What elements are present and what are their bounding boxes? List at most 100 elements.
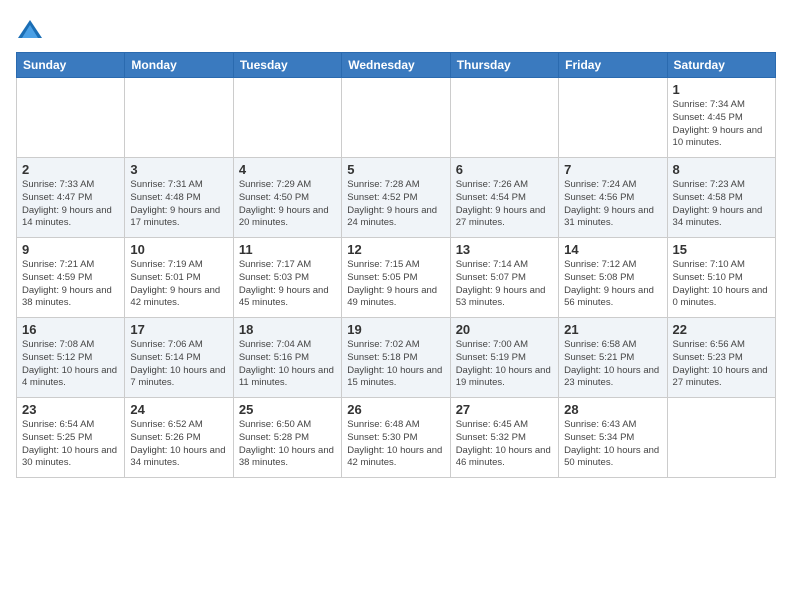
day-number: 19 bbox=[347, 322, 444, 337]
col-header-monday: Monday bbox=[125, 53, 233, 78]
logo bbox=[16, 16, 48, 44]
day-info: Sunrise: 6:52 AM Sunset: 5:26 PM Dayligh… bbox=[130, 419, 227, 470]
day-number: 21 bbox=[564, 322, 661, 337]
day-info: Sunrise: 7:00 AM Sunset: 5:19 PM Dayligh… bbox=[456, 339, 553, 390]
calendar-cell: 25 Sunrise: 6:50 AM Sunset: 5:28 PM Dayli… bbox=[233, 398, 341, 478]
calendar-cell: 12 Sunrise: 7:15 AM Sunset: 5:05 PM Dayli… bbox=[342, 238, 450, 318]
calendar-cell: 14Sunrise: 7:12 AM Sunset: 5:08 PM Dayli… bbox=[559, 238, 667, 318]
day-number: 6 bbox=[456, 162, 553, 177]
day-info: Sunrise: 7:08 AM Sunset: 5:12 PM Dayligh… bbox=[22, 339, 119, 390]
calendar-cell bbox=[342, 78, 450, 158]
calendar-cell bbox=[667, 398, 775, 478]
calendar-cell: 8 Sunrise: 7:23 AM Sunset: 4:58 PM Daylig… bbox=[667, 158, 775, 238]
day-number: 5 bbox=[347, 162, 444, 177]
calendar-cell: 20 Sunrise: 7:00 AM Sunset: 5:19 PM Dayli… bbox=[450, 318, 558, 398]
calendar-week-row: 1 Sunrise: 7:34 AM Sunset: 4:45 PM Daylig… bbox=[17, 78, 776, 158]
calendar-cell: 7Sunrise: 7:24 AM Sunset: 4:56 PM Daylig… bbox=[559, 158, 667, 238]
calendar-cell: 28 Sunrise: 6:43 AM Sunset: 5:34 PM Dayli… bbox=[559, 398, 667, 478]
day-info: Sunrise: 7:10 AM Sunset: 5:10 PM Dayligh… bbox=[673, 259, 770, 310]
calendar-cell: 1 Sunrise: 7:34 AM Sunset: 4:45 PM Daylig… bbox=[667, 78, 775, 158]
calendar-cell: 13 Sunrise: 7:14 AM Sunset: 5:07 PM Dayli… bbox=[450, 238, 558, 318]
calendar-week-row: 23 Sunrise: 6:54 AM Sunset: 5:25 PM Dayli… bbox=[17, 398, 776, 478]
day-info: Sunrise: 7:19 AM Sunset: 5:01 PM Dayligh… bbox=[130, 259, 227, 310]
day-info: Sunrise: 6:54 AM Sunset: 5:25 PM Dayligh… bbox=[22, 419, 119, 470]
day-number: 16 bbox=[22, 322, 119, 337]
day-number: 9 bbox=[22, 242, 119, 257]
calendar-header-row: SundayMondayTuesdayWednesdayThursdayFrid… bbox=[17, 53, 776, 78]
day-number: 20 bbox=[456, 322, 553, 337]
day-number: 10 bbox=[130, 242, 227, 257]
day-info: Sunrise: 7:04 AM Sunset: 5:16 PM Dayligh… bbox=[239, 339, 336, 390]
day-info: Sunrise: 7:28 AM Sunset: 4:52 PM Dayligh… bbox=[347, 179, 444, 230]
calendar-cell: 15 Sunrise: 7:10 AM Sunset: 5:10 PM Dayli… bbox=[667, 238, 775, 318]
day-info: Sunrise: 7:33 AM Sunset: 4:47 PM Dayligh… bbox=[22, 179, 119, 230]
calendar-cell bbox=[125, 78, 233, 158]
day-number: 22 bbox=[673, 322, 770, 337]
calendar-cell: 3 Sunrise: 7:31 AM Sunset: 4:48 PM Daylig… bbox=[125, 158, 233, 238]
day-number: 17 bbox=[130, 322, 227, 337]
calendar-table: SundayMondayTuesdayWednesdayThursdayFrid… bbox=[16, 52, 776, 478]
page-header bbox=[16, 16, 776, 44]
day-info: Sunrise: 7:34 AM Sunset: 4:45 PM Dayligh… bbox=[673, 99, 770, 150]
calendar-week-row: 9 Sunrise: 7:21 AM Sunset: 4:59 PM Daylig… bbox=[17, 238, 776, 318]
calendar-cell: 23 Sunrise: 6:54 AM Sunset: 5:25 PM Dayli… bbox=[17, 398, 125, 478]
calendar-cell bbox=[233, 78, 341, 158]
day-info: Sunrise: 7:29 AM Sunset: 4:50 PM Dayligh… bbox=[239, 179, 336, 230]
calendar-cell: 18 Sunrise: 7:04 AM Sunset: 5:16 PM Dayli… bbox=[233, 318, 341, 398]
calendar-cell: 16 Sunrise: 7:08 AM Sunset: 5:12 PM Dayli… bbox=[17, 318, 125, 398]
calendar-cell: 26 Sunrise: 6:48 AM Sunset: 5:30 PM Dayli… bbox=[342, 398, 450, 478]
calendar-cell: 2 Sunrise: 7:33 AM Sunset: 4:47 PM Daylig… bbox=[17, 158, 125, 238]
calendar-cell: 4 Sunrise: 7:29 AM Sunset: 4:50 PM Daylig… bbox=[233, 158, 341, 238]
day-info: Sunrise: 7:24 AM Sunset: 4:56 PM Dayligh… bbox=[564, 179, 661, 230]
logo-icon bbox=[16, 16, 44, 44]
day-info: Sunrise: 7:15 AM Sunset: 5:05 PM Dayligh… bbox=[347, 259, 444, 310]
day-number: 27 bbox=[456, 402, 553, 417]
day-info: Sunrise: 7:23 AM Sunset: 4:58 PM Dayligh… bbox=[673, 179, 770, 230]
day-number: 2 bbox=[22, 162, 119, 177]
day-info: Sunrise: 7:21 AM Sunset: 4:59 PM Dayligh… bbox=[22, 259, 119, 310]
day-number: 1 bbox=[673, 82, 770, 97]
day-info: Sunrise: 7:14 AM Sunset: 5:07 PM Dayligh… bbox=[456, 259, 553, 310]
day-number: 26 bbox=[347, 402, 444, 417]
calendar-cell: 6 Sunrise: 7:26 AM Sunset: 4:54 PM Daylig… bbox=[450, 158, 558, 238]
calendar-cell bbox=[17, 78, 125, 158]
day-number: 12 bbox=[347, 242, 444, 257]
calendar-cell bbox=[559, 78, 667, 158]
day-info: Sunrise: 6:45 AM Sunset: 5:32 PM Dayligh… bbox=[456, 419, 553, 470]
day-info: Sunrise: 6:56 AM Sunset: 5:23 PM Dayligh… bbox=[673, 339, 770, 390]
day-number: 18 bbox=[239, 322, 336, 337]
calendar-cell: 17 Sunrise: 7:06 AM Sunset: 5:14 PM Dayli… bbox=[125, 318, 233, 398]
day-number: 4 bbox=[239, 162, 336, 177]
col-header-saturday: Saturday bbox=[667, 53, 775, 78]
col-header-thursday: Thursday bbox=[450, 53, 558, 78]
day-number: 3 bbox=[130, 162, 227, 177]
day-number: 8 bbox=[673, 162, 770, 177]
calendar-week-row: 2 Sunrise: 7:33 AM Sunset: 4:47 PM Daylig… bbox=[17, 158, 776, 238]
day-info: Sunrise: 7:06 AM Sunset: 5:14 PM Dayligh… bbox=[130, 339, 227, 390]
day-info: Sunrise: 6:48 AM Sunset: 5:30 PM Dayligh… bbox=[347, 419, 444, 470]
col-header-sunday: Sunday bbox=[17, 53, 125, 78]
day-number: 13 bbox=[456, 242, 553, 257]
day-info: Sunrise: 6:58 AM Sunset: 5:21 PM Dayligh… bbox=[564, 339, 661, 390]
day-number: 23 bbox=[22, 402, 119, 417]
day-info: Sunrise: 6:43 AM Sunset: 5:34 PM Dayligh… bbox=[564, 419, 661, 470]
calendar-week-row: 16 Sunrise: 7:08 AM Sunset: 5:12 PM Dayli… bbox=[17, 318, 776, 398]
day-number: 28 bbox=[564, 402, 661, 417]
day-info: Sunrise: 6:50 AM Sunset: 5:28 PM Dayligh… bbox=[239, 419, 336, 470]
day-number: 24 bbox=[130, 402, 227, 417]
day-info: Sunrise: 7:02 AM Sunset: 5:18 PM Dayligh… bbox=[347, 339, 444, 390]
calendar-cell: 5 Sunrise: 7:28 AM Sunset: 4:52 PM Daylig… bbox=[342, 158, 450, 238]
col-header-tuesday: Tuesday bbox=[233, 53, 341, 78]
calendar-cell: 22 Sunrise: 6:56 AM Sunset: 5:23 PM Dayli… bbox=[667, 318, 775, 398]
calendar-cell: 21 Sunrise: 6:58 AM Sunset: 5:21 PM Dayli… bbox=[559, 318, 667, 398]
calendar-cell: 24 Sunrise: 6:52 AM Sunset: 5:26 PM Dayli… bbox=[125, 398, 233, 478]
day-info: Sunrise: 7:12 AM Sunset: 5:08 PM Dayligh… bbox=[564, 259, 661, 310]
col-header-wednesday: Wednesday bbox=[342, 53, 450, 78]
calendar-cell: 27 Sunrise: 6:45 AM Sunset: 5:32 PM Dayli… bbox=[450, 398, 558, 478]
day-number: 25 bbox=[239, 402, 336, 417]
day-info: Sunrise: 7:26 AM Sunset: 4:54 PM Dayligh… bbox=[456, 179, 553, 230]
calendar-cell: 19 Sunrise: 7:02 AM Sunset: 5:18 PM Dayli… bbox=[342, 318, 450, 398]
day-number: 15 bbox=[673, 242, 770, 257]
day-info: Sunrise: 7:31 AM Sunset: 4:48 PM Dayligh… bbox=[130, 179, 227, 230]
col-header-friday: Friday bbox=[559, 53, 667, 78]
